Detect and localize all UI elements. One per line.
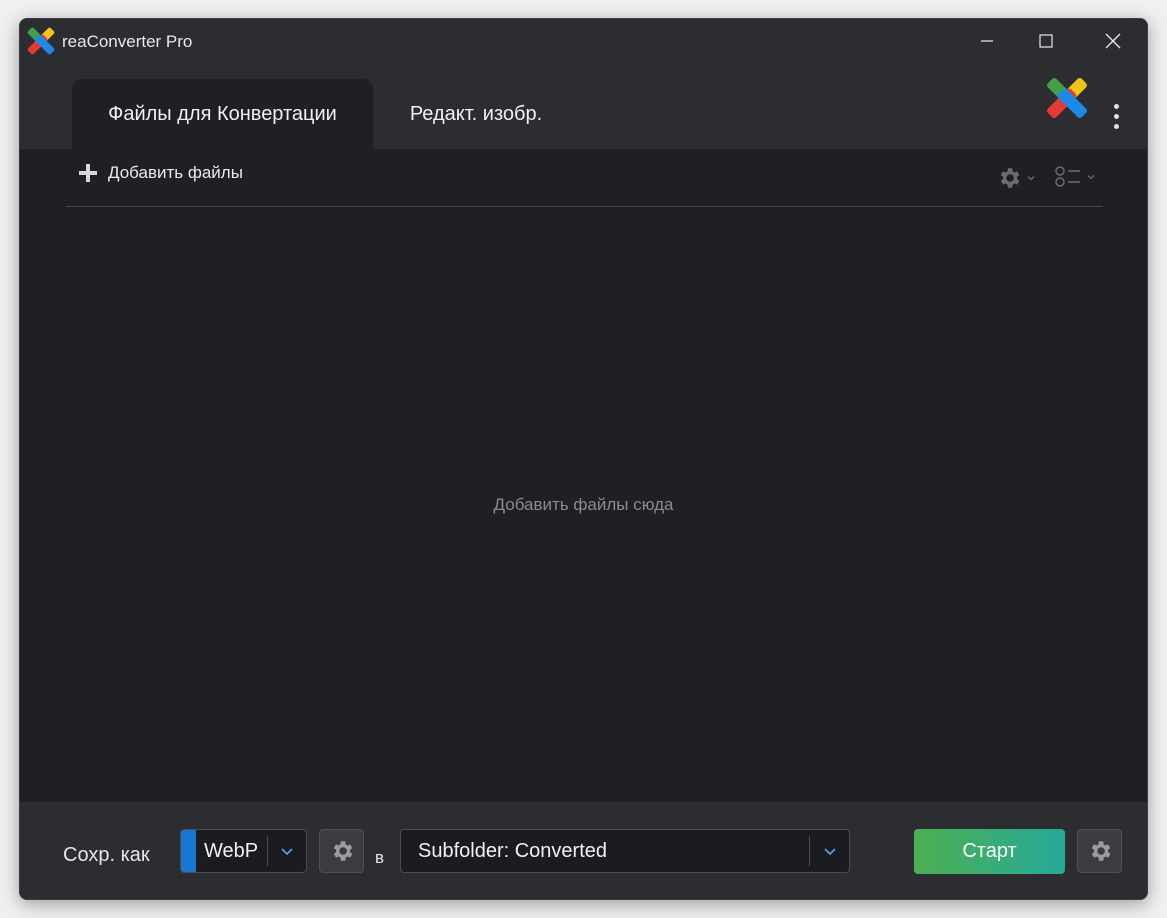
gear-icon xyxy=(333,841,352,861)
destination-dropdown-toggle[interactable] xyxy=(810,843,849,859)
destination-select[interactable]: Subfolder: Converted xyxy=(400,829,850,873)
run-settings-button[interactable] xyxy=(1077,829,1122,873)
list-settings-button[interactable] xyxy=(996,165,1036,191)
reaconverter-logo-icon[interactable] xyxy=(1046,77,1088,119)
tab-edit-images[interactable]: Редакт. изобр. xyxy=(382,79,570,149)
chevron-down-icon xyxy=(823,848,836,856)
chevron-down-icon xyxy=(1087,175,1095,180)
start-button[interactable]: Старт xyxy=(914,829,1065,874)
output-format-value: WebP xyxy=(204,839,259,862)
app-window: reaConverter Pro Файлы для Конвертации Р… xyxy=(19,18,1148,900)
add-files-label: Добавить файлы xyxy=(108,163,243,182)
to-label: в xyxy=(375,848,385,867)
file-drop-zone[interactable]: Добавить файлы сюда xyxy=(20,208,1147,802)
more-vertical-icon[interactable] xyxy=(1107,101,1125,131)
list-view-icon xyxy=(1055,166,1080,187)
close-icon xyxy=(1105,33,1121,49)
plus-icon xyxy=(79,164,97,182)
chevron-down-icon xyxy=(1027,176,1035,181)
save-as-label: Сохр. как xyxy=(63,844,150,866)
output-format-select[interactable]: WebP xyxy=(180,829,307,873)
close-button[interactable] xyxy=(1081,19,1145,63)
destination-value: Subfolder: Converted xyxy=(418,839,608,862)
gear-icon xyxy=(1091,841,1110,861)
add-files-button[interactable]: Добавить файлы xyxy=(78,163,243,183)
maximize-icon xyxy=(1039,34,1053,48)
format-color-swatch xyxy=(181,830,196,872)
minimize-button[interactable] xyxy=(955,19,1019,63)
title-bar: reaConverter Pro xyxy=(20,19,1147,63)
tab-bar: Файлы для Конвертации Редакт. изобр. xyxy=(20,63,1147,149)
drop-hint: Добавить файлы сюда xyxy=(493,495,674,514)
conversion-footer: Сохр. как WebP в Subfolder: Converted Ст… xyxy=(20,802,1147,899)
format-dropdown-toggle[interactable] xyxy=(268,843,306,859)
chevron-down-icon xyxy=(281,848,293,856)
reaconverter-logo-icon xyxy=(27,27,55,55)
format-settings-button[interactable] xyxy=(319,829,364,873)
tab-files-to-convert[interactable]: Файлы для Конвертации xyxy=(72,79,373,149)
minimize-icon xyxy=(981,40,993,42)
maximize-button[interactable] xyxy=(1014,19,1078,63)
file-toolbar: Добавить файлы xyxy=(66,149,1103,207)
view-mode-button[interactable] xyxy=(1054,165,1096,189)
window-title: reaConverter Pro xyxy=(62,32,193,51)
gear-icon xyxy=(1000,168,1020,188)
